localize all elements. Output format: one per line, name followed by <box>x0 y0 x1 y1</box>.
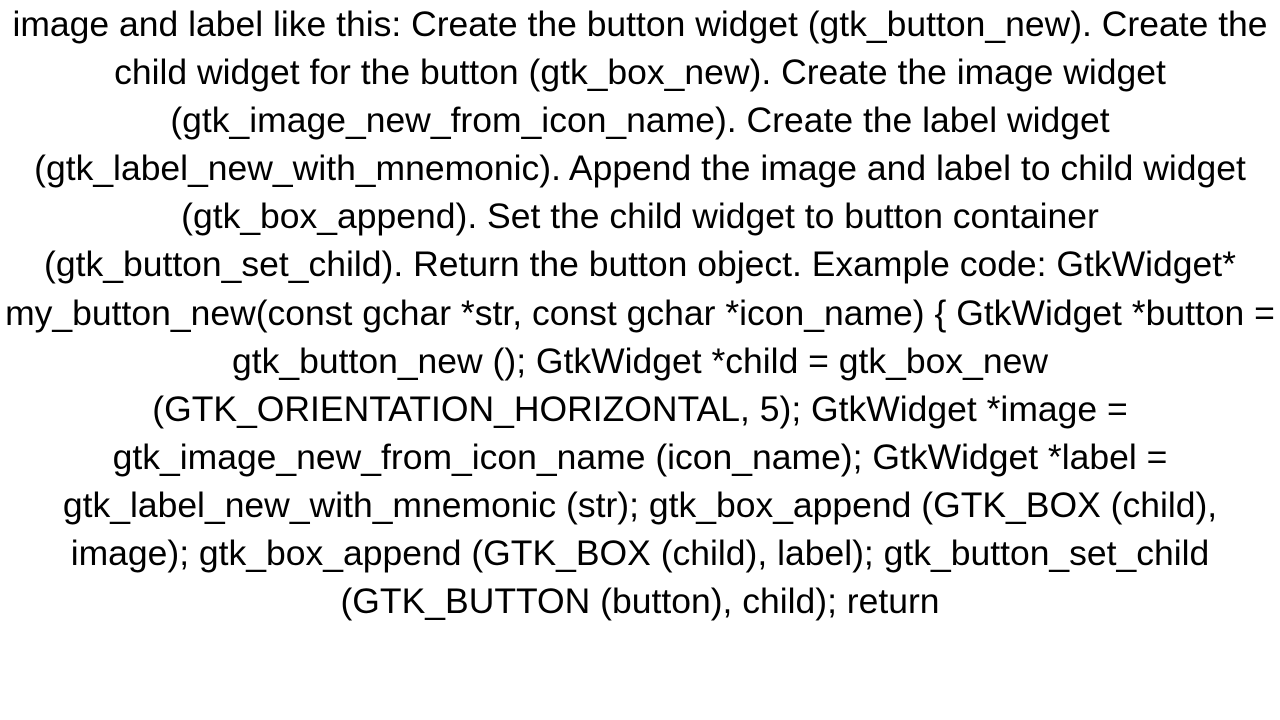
document-body-text: image and label like this: Create the bu… <box>0 0 1280 625</box>
document-page: image and label like this: Create the bu… <box>0 0 1280 720</box>
